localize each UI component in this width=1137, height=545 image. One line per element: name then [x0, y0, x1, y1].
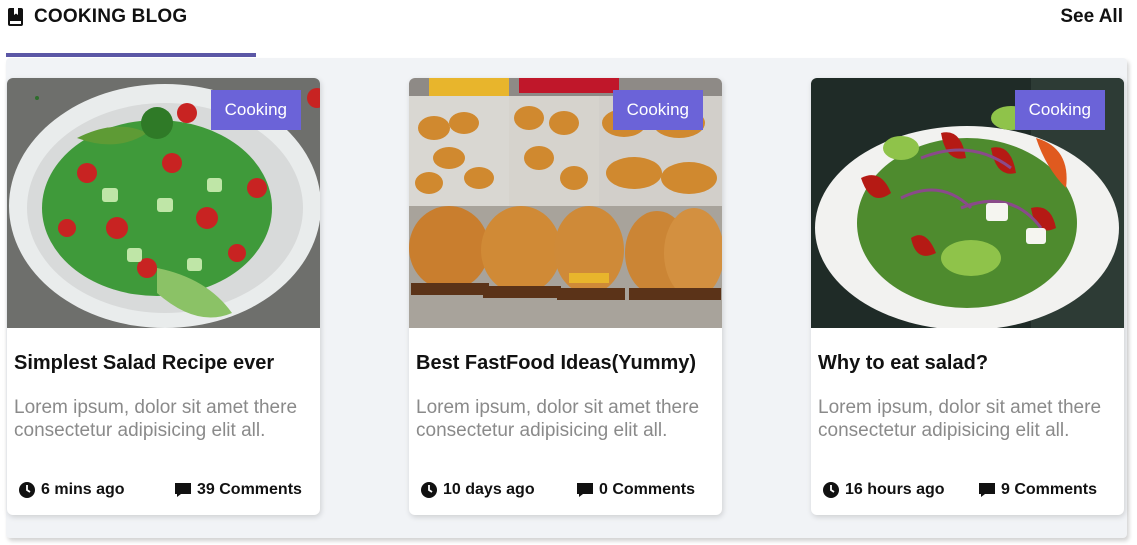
post-time-text: 16 hours ago	[845, 481, 945, 498]
comment-icon	[175, 482, 191, 498]
post-comments-text: 9 Comments	[1001, 481, 1098, 498]
post-excerpt: Lorem ipsum, dolor sit amet there consec…	[416, 397, 700, 441]
post-comments[interactable]: 0 Comments	[577, 480, 695, 500]
category-tag[interactable]: Cooking	[1014, 90, 1105, 130]
clock-icon	[823, 482, 839, 498]
book-bookmark-icon	[6, 7, 26, 27]
category-tag[interactable]: Cooking	[612, 90, 703, 130]
category-tag[interactable]: Cooking	[210, 90, 301, 130]
post-card[interactable]: Cooking Best FastFood Ideas(Yummy) Lorem…	[409, 78, 722, 515]
post-comments[interactable]: 39 Comments	[175, 480, 302, 500]
post-card[interactable]: Cooking Why to eat salad? Lorem ipsum, d…	[811, 78, 1124, 515]
post-comments[interactable]: 9 Comments	[979, 480, 1097, 500]
brand: COOKING BLOG	[6, 6, 187, 28]
post-comments-text: 0 Comments	[599, 481, 696, 498]
comment-icon	[979, 482, 995, 498]
post-image-salad[interactable]: Cooking	[7, 78, 320, 328]
clock-icon	[19, 482, 35, 498]
see-all-link[interactable]: See All	[1060, 6, 1123, 28]
post-time-text: 10 days ago	[443, 481, 535, 498]
title-underline	[6, 53, 256, 57]
post-excerpt: Lorem ipsum, dolor sit amet there consec…	[818, 397, 1102, 441]
post-image-fastfood[interactable]: Cooking	[409, 78, 722, 328]
blog-header: COOKING BLOG See All	[0, 0, 1137, 58]
post-time-text: 6 mins ago	[41, 481, 125, 498]
comment-icon	[577, 482, 593, 498]
post-card[interactable]: Cooking Simplest Salad Recipe ever Lorem…	[7, 78, 320, 515]
post-time: 6 mins ago	[19, 480, 125, 500]
blog-title: COOKING BLOG	[34, 6, 188, 27]
post-time: 16 hours ago	[823, 480, 945, 500]
post-title[interactable]: Simplest Salad Recipe ever	[14, 352, 274, 375]
post-image-salad-bowl[interactable]: Cooking	[811, 78, 1124, 328]
post-comments-text: 39 Comments	[197, 481, 302, 498]
post-excerpt: Lorem ipsum, dolor sit amet there consec…	[14, 397, 298, 441]
post-time: 10 days ago	[421, 480, 535, 500]
post-title[interactable]: Best FastFood Ideas(Yummy)	[416, 352, 696, 375]
clock-icon	[421, 482, 437, 498]
post-title[interactable]: Why to eat salad?	[818, 352, 988, 375]
